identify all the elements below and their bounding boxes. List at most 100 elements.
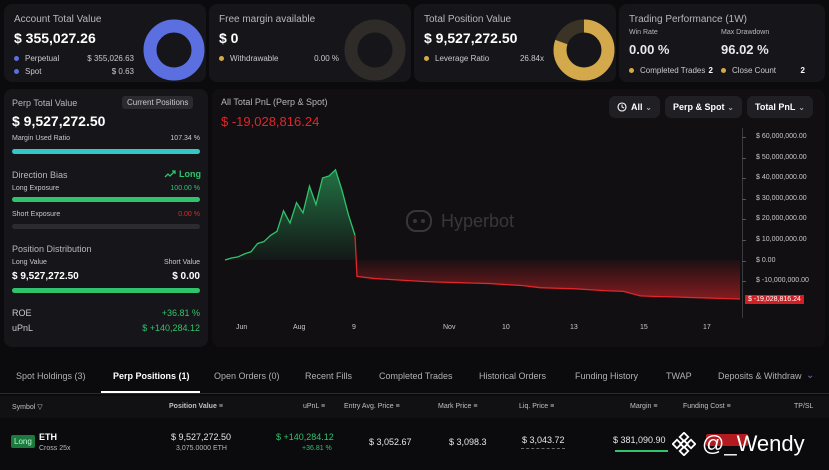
y-tick-mark	[742, 260, 746, 262]
perp-summary-panel: Perp Total Value Current Positions $ 9,5…	[4, 89, 208, 347]
col-margin[interactable]: Margin ≡	[630, 403, 657, 410]
long-exposure-bar	[12, 197, 200, 202]
account-total-value: $ 355,027.26	[14, 30, 96, 46]
direction-bias-indicator: Long	[164, 169, 201, 179]
credit-overlay: @_Wendy	[672, 431, 805, 457]
metric-dropdown[interactable]: Total PnL ⌄	[747, 96, 813, 118]
short-value: $ 0.00	[172, 271, 200, 282]
row-symbol[interactable]: ETH	[39, 432, 57, 442]
chevron-down-icon: ⌄	[727, 102, 734, 112]
row-leverage: Cross 25x	[39, 445, 71, 452]
long-exposure-value: 100.00 %	[170, 185, 200, 192]
col-liq-price[interactable]: Liq. Price ≡	[519, 403, 554, 410]
sort-icon[interactable]: ≡	[473, 403, 477, 410]
total-position-title: Total Position Value	[424, 14, 512, 25]
tabs-divider	[0, 393, 829, 394]
close-count-row: Close Count 2	[721, 66, 805, 75]
chevron-down-icon: ⌄	[798, 102, 805, 112]
account-total-title: Account Total Value	[14, 14, 102, 25]
tab-0[interactable]: Spot Holdings (3)	[16, 371, 86, 381]
trading-performance-title: Trading Performance (1W)	[629, 14, 747, 25]
y-tick-label: $ 40,000,000.00	[756, 174, 807, 182]
row-margin: $ 381,090.90	[613, 435, 666, 445]
x-tick-label: Aug	[293, 324, 306, 331]
col-mark-price-label: Mark Price	[438, 403, 472, 410]
tab-1[interactable]: Perp Positions (1)	[113, 371, 190, 381]
free-margin-value: $ 0	[219, 30, 239, 46]
close-count-label: Close Count	[732, 66, 777, 75]
sort-icon[interactable]: ≡	[653, 403, 657, 410]
x-tick-label: 10	[502, 324, 510, 331]
margin-progress-bar	[615, 450, 668, 452]
binance-logo-icon	[672, 432, 696, 456]
leverage-row: Leverage Ratio 26.84x	[424, 54, 544, 63]
sort-icon[interactable]: ≡	[727, 403, 731, 410]
col-symbol[interactable]: Symbol ▽	[12, 403, 43, 411]
close-count-value: 2	[800, 66, 805, 75]
long-value-label: Long Value	[12, 259, 47, 266]
long-side-badge: Long	[11, 435, 35, 448]
y-tick-mark	[742, 281, 746, 283]
tab-5[interactable]: Historical Orders	[479, 371, 546, 381]
current-positions-badge[interactable]: Current Positions	[122, 96, 194, 109]
distribution-labels-row: Long Value Short Value	[12, 259, 200, 266]
perp-total-value: $ 9,527,272.50	[12, 113, 106, 129]
y-tick-mark	[742, 178, 746, 180]
sort-icon[interactable]: ≡	[321, 403, 325, 410]
col-entry-price[interactable]: Entry Avg. Price ≡	[344, 403, 400, 410]
distribution-bar	[12, 288, 200, 293]
trend-up-icon	[164, 170, 176, 178]
tab-7[interactable]: TWAP	[666, 371, 692, 381]
tab-4[interactable]: Completed Trades	[379, 371, 453, 381]
col-funding-cost[interactable]: Funding Cost ≡	[683, 403, 731, 410]
withdrawable-label: Withdrawable	[230, 54, 279, 63]
sort-icon[interactable]: ≡	[550, 403, 554, 410]
perpetual-value: $ 355,026.63	[87, 54, 134, 63]
spot-dot	[14, 69, 19, 74]
time-range-label: All	[631, 102, 643, 112]
withdrawable-value: 0.00 %	[314, 54, 339, 63]
chart-title: All Total PnL (Perp & Spot)	[221, 97, 328, 107]
row-upnl-pct: +36.81 %	[302, 445, 332, 452]
scope-dropdown[interactable]: Perp & Spot ⌄	[665, 96, 742, 118]
tabs-scroll-chevron-icon[interactable]: ⌄	[806, 370, 814, 381]
upnl-row: uPnL $ +140,284.12	[12, 323, 200, 333]
withdrawable-dot	[219, 56, 224, 61]
sort-icon[interactable]: ≡	[219, 403, 223, 410]
negative-area	[355, 260, 740, 299]
y-tick-label: $ 60,000,000.00	[756, 133, 807, 140]
max-drawdown-value: 96.02 %	[721, 42, 769, 57]
col-upnl[interactable]: uPnL ≡	[303, 403, 325, 410]
tab-8[interactable]: Deposits & Withdraw	[718, 371, 802, 381]
short-exposure-row: Short Exposure 0.00 %	[12, 211, 200, 218]
tab-3[interactable]: Recent Fills	[305, 371, 352, 381]
row-position-size: 3,075.0000 ETH	[176, 445, 227, 452]
y-tick-label: $ 20,000,000.00	[756, 215, 807, 223]
completed-trades-value: 2	[708, 66, 713, 75]
filter-icon[interactable]: ▽	[37, 404, 42, 411]
leverage-dot	[424, 56, 429, 61]
total-position-card: Total Position Value $ 9,527,272.50 Leve…	[414, 4, 616, 82]
long-exposure-label: Long Exposure	[12, 185, 60, 192]
active-tab-indicator	[101, 391, 200, 393]
x-tick-label: 15	[640, 324, 648, 331]
time-range-dropdown[interactable]: All ⌄	[609, 96, 660, 118]
col-symbol-label: Symbol	[12, 404, 36, 411]
win-rate-value: 0.00 %	[629, 42, 670, 57]
col-mark-price[interactable]: Mark Price ≡	[438, 403, 478, 410]
chart-pnl-value: $ -19,028,816.24	[221, 114, 320, 129]
margin-used-fill	[12, 149, 200, 154]
last-value-label: $ -19,028,816.24	[745, 295, 804, 304]
y-tick-label: $ 0.00	[756, 256, 776, 264]
completed-dot	[629, 68, 634, 73]
short-exposure-bar	[12, 224, 200, 229]
sort-icon[interactable]: ≡	[396, 403, 400, 410]
x-tick-label: 9	[352, 324, 356, 331]
roe-value: +36.81 %	[161, 308, 200, 318]
upnl-value: $ +140,284.12	[142, 323, 200, 333]
col-position-value[interactable]: Position Value ≡	[169, 403, 223, 410]
perpetual-label: Perpetual	[25, 54, 60, 63]
distribution-values-row: $ 9,527,272.50 $ 0.00	[12, 271, 200, 282]
tab-6[interactable]: Funding History	[575, 371, 638, 381]
tab-2[interactable]: Open Orders (0)	[214, 371, 280, 381]
